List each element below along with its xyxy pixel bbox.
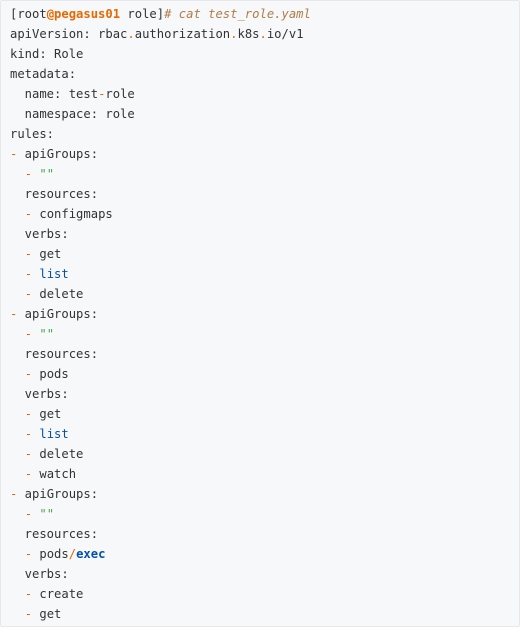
- api-version-part: k8s: [237, 27, 260, 41]
- verb-name: delete: [32, 447, 84, 461]
- verb-item: - create: [10, 584, 519, 604]
- api-version-part: authorization: [134, 27, 231, 41]
- list-dash: -: [24, 367, 33, 381]
- name-line: name: test-role: [10, 84, 519, 104]
- resources-line: resources:: [10, 347, 99, 361]
- api-version-key: apiVersion: rbac: [10, 27, 128, 41]
- verb-name: create: [32, 587, 84, 601]
- list-dash: -: [24, 547, 33, 561]
- verb-item: - watch: [10, 464, 519, 484]
- name-key: name: test: [10, 87, 99, 101]
- verb-name: get: [32, 607, 62, 621]
- list-dash: -: [24, 427, 33, 441]
- apigroup-value-line: - "": [10, 504, 519, 524]
- prompt-user: [root: [10, 7, 47, 21]
- prompt-command: # cat test_role.yaml: [164, 7, 311, 21]
- verb-item: - list: [10, 264, 519, 284]
- list-dash: -: [24, 507, 33, 521]
- name-value: role: [105, 87, 135, 101]
- dot: .: [259, 27, 267, 41]
- rule-apigroups-line: - apiGroups:: [10, 144, 519, 164]
- namespace-line: namespace: role: [10, 107, 135, 121]
- resource-item: - pods: [10, 364, 519, 384]
- resources-line: resources:: [10, 527, 99, 541]
- verbs-line: verbs:: [10, 387, 69, 401]
- apigroup-value-line: - "": [10, 164, 519, 184]
- subresource-name: exec: [76, 547, 106, 561]
- verb-name: get: [32, 247, 62, 261]
- kind-line: kind: Role: [10, 47, 84, 61]
- verb-item: - get: [10, 404, 519, 424]
- prompt-line: [root@pegasus01 role]# cat test_role.yam…: [10, 4, 519, 24]
- verbs-line: verbs:: [10, 227, 69, 241]
- verb-item: - get: [10, 244, 519, 264]
- rules-line: rules:: [10, 127, 55, 141]
- list-dash: -: [24, 607, 33, 621]
- list-dash: -: [24, 467, 33, 481]
- list-dash: -: [24, 207, 33, 221]
- resource-name: pods: [32, 367, 69, 381]
- api-version-line: apiVersion: rbac.authorization.k8s.io/v1: [10, 24, 519, 44]
- rule-apigroups-line: - apiGroups:: [10, 304, 519, 324]
- resource-name: pods: [32, 547, 69, 561]
- list-dash: -: [24, 267, 33, 281]
- verb-name: list: [32, 427, 69, 441]
- resource-item: - configmaps: [10, 204, 519, 224]
- prompt-dir: role]: [120, 7, 165, 21]
- verb-name: list: [32, 267, 69, 281]
- verb-name: get: [32, 407, 62, 421]
- verbs-line: verbs:: [10, 567, 69, 581]
- dot: .: [127, 27, 135, 41]
- rule-apigroups-line: - apiGroups:: [10, 484, 519, 504]
- list-dash: -: [24, 247, 33, 261]
- apigroup-value-line: - "": [10, 324, 519, 344]
- empty-string: "": [32, 167, 55, 181]
- apigroups-key: apiGroups:: [17, 147, 99, 161]
- resource-item: - pods/exec: [10, 544, 519, 564]
- resources-line: resources:: [10, 187, 99, 201]
- verb-name: delete: [32, 287, 84, 301]
- verb-item: - delete: [10, 444, 519, 464]
- verb-item: - get: [10, 604, 519, 624]
- list-dash: -: [24, 167, 33, 181]
- verb-item: - delete: [10, 284, 519, 304]
- empty-string: "": [32, 327, 55, 341]
- list-dash: -: [24, 447, 33, 461]
- api-version-part: io/v1: [266, 27, 304, 41]
- apigroups-key: apiGroups:: [17, 487, 99, 501]
- prompt-host: @pegasus01: [46, 7, 121, 21]
- code-block: [root@pegasus01 role]# cat test_role.yam…: [0, 0, 520, 627]
- list-dash: -: [24, 587, 33, 601]
- verb-name: watch: [32, 467, 77, 481]
- list-dash: -: [24, 327, 33, 341]
- list-dash: -: [24, 287, 33, 301]
- list-dash: -: [24, 407, 33, 421]
- resource-name: configmaps: [32, 207, 113, 221]
- verb-item: - list: [10, 424, 519, 444]
- empty-string: "": [32, 507, 55, 521]
- metadata-line: metadata:: [10, 67, 77, 81]
- slash: /: [68, 547, 77, 561]
- apigroups-key: apiGroups:: [17, 307, 99, 321]
